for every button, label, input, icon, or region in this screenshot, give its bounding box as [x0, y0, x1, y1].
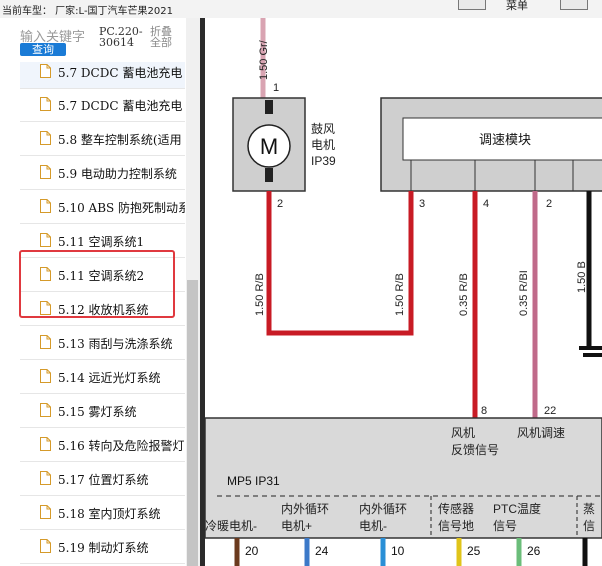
- mp5-label: MP5 IP31: [227, 474, 280, 488]
- top-wire-label: 1.50 Gr/: [258, 39, 270, 80]
- document-icon: [40, 505, 51, 519]
- list-item-label: 5.19 制动灯系统: [58, 541, 149, 555]
- document-icon: [40, 539, 51, 553]
- module-label: 调速模块: [479, 132, 531, 147]
- top-bar: 当前车型： 厂家:L-国丁汽车芒果2021 菜单: [0, 0, 602, 19]
- bottom-pin: 10: [391, 544, 405, 558]
- motor-symbol: M: [260, 134, 278, 159]
- module-pin: 2: [546, 198, 552, 210]
- list-item-label: 5.8 整车控制系统(适用: [58, 133, 182, 147]
- toolbar-button-label[interactable]: 菜单: [506, 0, 528, 13]
- connector-pin: 22: [544, 405, 556, 417]
- list-item[interactable]: 5.10 ABS 防抱死制动系: [20, 190, 185, 224]
- search-button[interactable]: 查询: [20, 43, 66, 56]
- motor-terminal-top: [265, 100, 273, 114]
- list-item-label: 5.7 DCDC 蓄电池充电: [58, 66, 183, 80]
- list-item[interactable]: 5.18 室内顶灯系统: [20, 496, 185, 530]
- bottom-pin: 26: [527, 544, 541, 558]
- bottom-label: 电机-: [359, 519, 387, 533]
- bottom-label: 冷暖电机-: [205, 519, 257, 533]
- module-pin: 4: [483, 198, 489, 210]
- scrollbar-thumb[interactable]: [187, 280, 198, 566]
- signal-label: 风机调速: [517, 426, 565, 440]
- document-icon: [40, 131, 51, 145]
- blower-label-3: IP39: [311, 154, 336, 168]
- module-pin: 3: [419, 198, 425, 210]
- document-icon: [40, 97, 51, 111]
- connector-pin: 8: [481, 405, 487, 417]
- list-item-label: 5.14 远近光灯系统: [58, 371, 161, 385]
- list-item-label: 5.18 室内顶灯系统: [58, 507, 161, 521]
- list-item[interactable]: 5.17 位置灯系统: [20, 462, 185, 496]
- collapse-all-button[interactable]: 折叠 全部: [150, 26, 172, 48]
- bottom-label: 信: [583, 519, 595, 533]
- list-item[interactable]: 5.7 DCDC 蓄电池充电: [20, 62, 185, 89]
- wire-red-loop: [266, 191, 414, 336]
- list-item-label: 5.10 ABS 防抱死制动系: [58, 201, 185, 215]
- document-icon: [40, 64, 51, 78]
- model-code: PC.220- 30614: [99, 26, 143, 48]
- list-item-label: 5.7 DCDC 蓄电池充电: [58, 99, 183, 113]
- signal-label: 风机: [451, 426, 475, 440]
- list-item[interactable]: 5.19 制动灯系统: [20, 530, 185, 564]
- blower-pin1: 1: [273, 82, 279, 94]
- list-item[interactable]: 5.7 DCDC 蓄电池充电: [20, 88, 185, 122]
- bottom-label: 传感器: [438, 501, 474, 516]
- document-icon: [40, 199, 51, 213]
- bottom-pin: 20: [245, 544, 259, 558]
- wire-label: 1.50 R/B: [394, 273, 406, 316]
- list-item-label: 5.16 转向及危险报警灯: [58, 439, 185, 453]
- list-item-label: 5.11 空调系统1: [58, 235, 145, 249]
- sidebar: 输入关键字 查询 PC.220- 30614 折叠 全部 5.7 DCDC 蓄电…: [0, 18, 200, 566]
- bottom-label: 蒸: [583, 502, 595, 516]
- diagram-canvas: 1.50 Gr/ 1 M 鼓风 电机 IP39 2 调速模块 3 4 2 1.5…: [205, 18, 602, 566]
- bottom-label: PTC温度: [493, 501, 541, 516]
- document-icon: [40, 369, 51, 383]
- list-item-label: 5.15 雾灯系统: [58, 405, 137, 419]
- list-item[interactable]: 5.15 雾灯系统: [20, 394, 185, 428]
- wire-label: 0.35 R/BI: [518, 270, 530, 316]
- bottom-label: 电机+: [281, 519, 312, 533]
- list-item[interactable]: 5.13 雨刮与洗涤系统: [20, 326, 185, 360]
- motor-terminal-bottom: [265, 168, 273, 182]
- bottom-label: 内外循环: [281, 502, 329, 516]
- document-icon: [40, 165, 51, 179]
- list-item[interactable]: 5.9 电动助力控制系统: [20, 156, 185, 190]
- toolbar-button-right[interactable]: [560, 0, 588, 10]
- bottom-label: 内外循环: [359, 502, 407, 516]
- document-icon: [40, 233, 51, 247]
- document-icon: [40, 403, 51, 417]
- blower-label-2: 电机: [311, 138, 335, 152]
- bottom-label: 信号地: [438, 519, 474, 533]
- list-item[interactable]: 5.14 远近光灯系统: [20, 360, 185, 394]
- list-item-label: 5.13 雨刮与洗涤系统: [58, 337, 173, 351]
- wire-label: 0.35 R/B: [458, 273, 470, 316]
- blower-pin2: 2: [277, 198, 283, 210]
- document-icon: [40, 471, 51, 485]
- toolbar-button-left[interactable]: [458, 0, 486, 10]
- search-row: 输入关键字 查询 PC.220- 30614 折叠 全部: [0, 18, 200, 62]
- current-car-label: 当前车型： 厂家:L-国丁汽车芒果2021: [2, 6, 174, 17]
- list-item[interactable]: 5.16 转向及危险报警灯: [20, 428, 185, 462]
- highlight-box: [19, 250, 175, 318]
- collapse-all-label: 全部: [150, 36, 172, 49]
- document-icon: [40, 335, 51, 349]
- model-code-line: 30614: [99, 36, 134, 49]
- document-icon: [40, 437, 51, 451]
- bottom-pin: 24: [315, 544, 329, 558]
- wiring-diagram: 1.50 Gr/ 1 M 鼓风 电机 IP39 2 调速模块 3 4 2 1.5…: [200, 18, 602, 566]
- list-item[interactable]: 5.8 整车控制系统(适用: [20, 122, 185, 156]
- bottom-label: 信号: [493, 519, 517, 533]
- wire-label: 1.50 B: [576, 261, 588, 293]
- wire-label: 1.50 R/B: [254, 273, 266, 316]
- bottom-pin: 25: [467, 544, 481, 558]
- blower-label-1: 鼓风: [311, 122, 335, 136]
- list-item-label: 5.17 位置灯系统: [58, 473, 149, 487]
- signal-label: 反馈信号: [451, 443, 499, 457]
- list-item-label: 5.9 电动助力控制系统: [58, 167, 177, 181]
